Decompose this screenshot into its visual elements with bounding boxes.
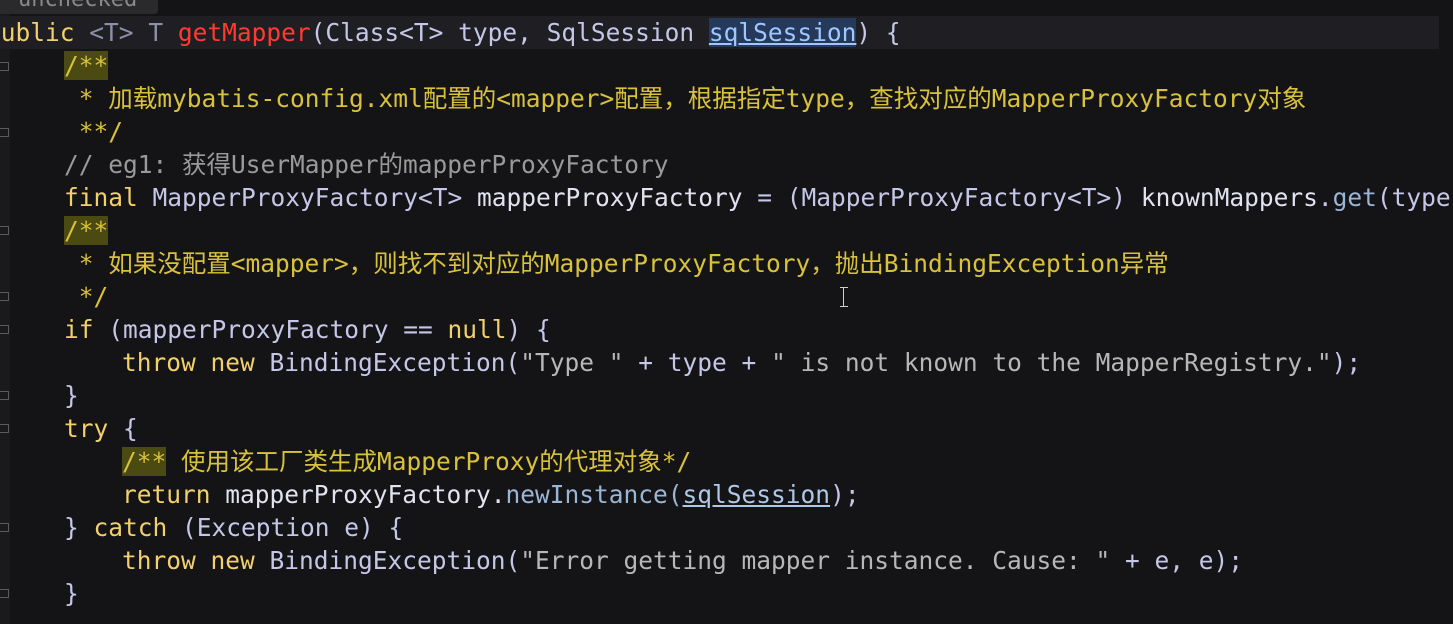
string-literal: " is not known to the MapperRegistry." (771, 348, 1332, 377)
fold-marker-icon[interactable] (0, 391, 9, 400)
concat-expr: + e, e); (1110, 546, 1244, 575)
line-comment: // eg1: 获得UserMapper的mapperProxyFactory (64, 150, 669, 179)
code-line-7[interactable]: /** (64, 214, 109, 247)
code-editor[interactable]: unchecked" public <T> T getMapper(Class<… (0, 0, 1453, 624)
param-ref: sqlSession (682, 480, 831, 509)
doc-comment-text: * 加载mybatis-config.xml配置的<mapper>配置，根据指定… (64, 84, 1307, 113)
catch-clause: (Exception e) { (167, 513, 404, 542)
dot: . (1317, 183, 1333, 212)
condition: (mapperProxyFactory == (93, 315, 448, 344)
keyword-try: try (64, 414, 109, 443)
keyword-catch: catch (93, 513, 168, 542)
code-line-18[interactable]: } (64, 577, 79, 610)
code-line-11[interactable]: throw new BindingException("Type " + typ… (122, 346, 1361, 379)
doc-comment-text: 使用该工厂类生成MapperProxy的代理对象*/ (166, 447, 692, 476)
fold-marker-icon[interactable] (0, 523, 9, 532)
fold-marker-icon[interactable] (0, 62, 9, 71)
code-line-14[interactable]: /** 使用该工厂类生成MapperProxy的代理对象*/ (122, 445, 691, 478)
doc-comment-start: /** (64, 51, 109, 80)
doc-comment-end: **/ (64, 117, 124, 146)
brace-open: { (108, 414, 138, 443)
fold-marker-icon[interactable] (0, 424, 9, 433)
code-line-3[interactable]: * 加载mybatis-config.xml配置的<mapper>配置，根据指定… (64, 82, 1307, 115)
type-param: <T> (89, 18, 134, 47)
fold-marker-icon[interactable] (0, 325, 9, 334)
doc-comment-text: * 如果没配置<mapper>，则找不到对应的MapperProxyFactor… (64, 249, 1169, 278)
fold-marker-icon[interactable] (0, 128, 9, 137)
field-ref: knownMappers (1140, 183, 1318, 212)
code-line-4[interactable]: **/ (64, 115, 123, 148)
brace-close: } (64, 381, 79, 410)
concat-expr: + type + (623, 348, 772, 377)
string-literal: "Error getting mapper instance. Cause: " (520, 546, 1111, 575)
variable-name: mapperProxyFactory (477, 183, 743, 212)
fold-marker-icon[interactable] (0, 292, 9, 301)
param-list: (Class<T> type, SqlSession (310, 18, 709, 47)
keyword-public: public (0, 18, 75, 47)
code-line-1[interactable]: public <T> T getMapper(Class<T> type, Sq… (0, 16, 1439, 49)
brace-close: } (64, 579, 79, 608)
brace-open: ) { (506, 315, 551, 344)
doc-comment-start: /** (64, 216, 109, 245)
code-line-2[interactable]: /** (64, 49, 109, 82)
code-line-13[interactable]: try { (64, 412, 138, 445)
variable-ref: mapperProxyFactory. (210, 480, 506, 509)
fold-marker-icon[interactable] (0, 589, 9, 598)
annotation-hint: unchecked" (0, 0, 159, 14)
cast-expression: = (MapperProxyFactory<T>) (742, 183, 1141, 212)
code-line-10[interactable]: if (mapperProxyFactory == null) { (64, 313, 551, 346)
keyword-final: final (64, 183, 138, 212)
brace-open: ) { (856, 18, 901, 47)
keyword-if: if (64, 315, 94, 344)
statement-end: ); (1331, 348, 1362, 377)
keyword-null: null (447, 315, 507, 344)
method-call: get (1332, 183, 1377, 212)
code-line-12[interactable]: } (64, 379, 79, 412)
doc-comment-start: /** (122, 447, 167, 476)
code-line-5[interactable]: // eg1: 获得UserMapper的mapperProxyFactory (64, 148, 669, 181)
keyword-return: return (122, 480, 211, 509)
call-args: (type); (1376, 183, 1453, 212)
selected-identifier[interactable]: sqlSession (708, 18, 857, 47)
code-line-16[interactable]: } catch (Exception e) { (64, 511, 403, 544)
statement-end: ); (830, 480, 860, 509)
code-line-15[interactable]: return mapperProxyFactory.newInstance(sq… (122, 478, 860, 511)
exception-ctor: BindingException( (254, 348, 521, 377)
code-line-8[interactable]: * 如果没配置<mapper>，则找不到对应的MapperProxyFactor… (64, 247, 1169, 280)
string-literal: "Type " (520, 348, 624, 377)
fold-marker-icon[interactable] (0, 226, 9, 235)
method-name: getMapper (177, 18, 311, 47)
return-type: T (148, 18, 164, 47)
text-cursor-icon (840, 287, 848, 307)
method-call: newInstance( (505, 480, 683, 509)
code-line-6[interactable]: final MapperProxyFactory<T> mapperProxyF… (64, 181, 1453, 214)
keyword-throw-new: throw new (122, 348, 255, 377)
doc-comment-end: */ (64, 282, 109, 311)
exception-ctor: BindingException( (254, 546, 521, 575)
brace-close: } (64, 513, 94, 542)
type-decl: MapperProxyFactory<T> (137, 183, 478, 212)
code-line-9[interactable]: */ (64, 280, 109, 313)
keyword-throw-new: throw new (122, 546, 255, 575)
editor-gutter (0, 0, 10, 624)
code-line-17[interactable]: throw new BindingException("Error gettin… (122, 544, 1243, 577)
